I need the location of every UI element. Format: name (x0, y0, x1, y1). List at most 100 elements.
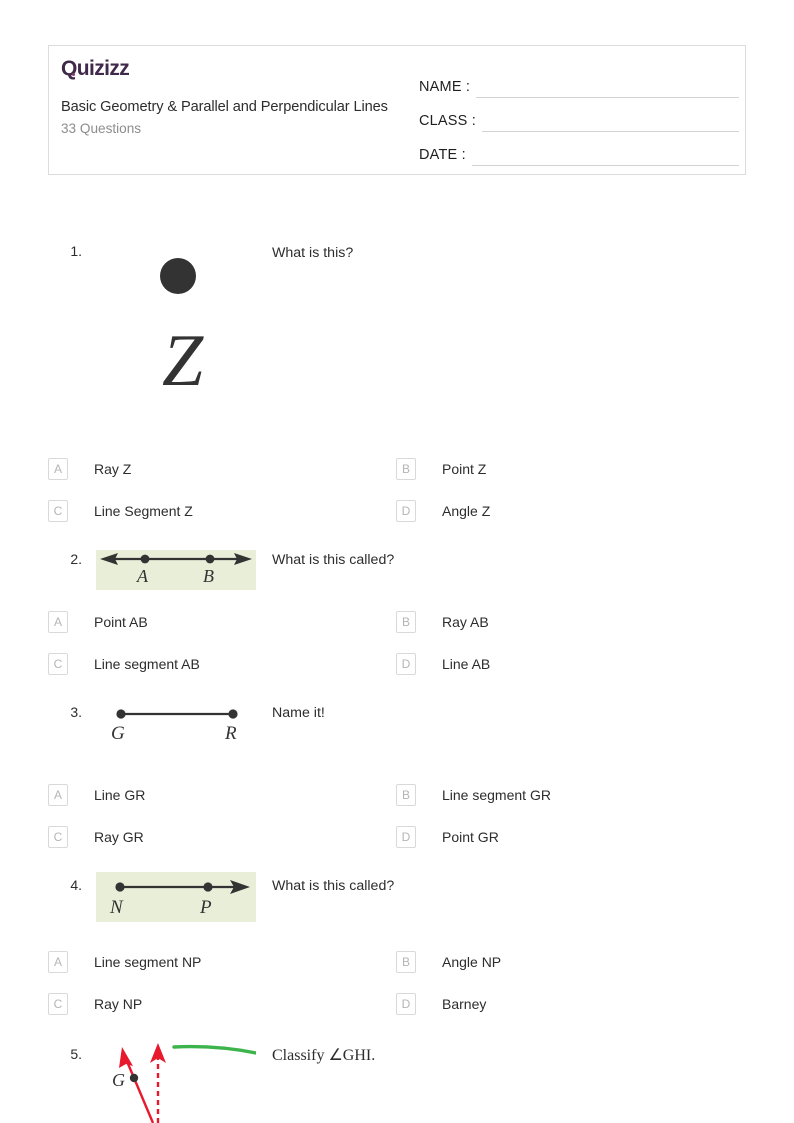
option-4-c[interactable]: C Ray NP (48, 992, 142, 1016)
option-2-c[interactable]: C Line segment AB (48, 652, 200, 676)
label-r: R (224, 723, 237, 744)
option-label: Angle Z (442, 503, 491, 519)
option-letter: C (48, 993, 68, 1015)
quizizz-logo-text: Quizizz (61, 57, 130, 80)
worksheet-header: Quizizz Basic Geometry & Parallel and Pe… (48, 45, 746, 175)
option-letter: A (48, 458, 68, 480)
question-4-options-2: C Ray NP D Barney (0, 992, 794, 1034)
question-1-options: A Ray Z B Point Z (0, 457, 794, 499)
worksheet-page: Quizizz Basic Geometry & Parallel and Pe… (0, 0, 794, 1123)
option-2-b[interactable]: B Ray AB (396, 610, 489, 634)
question-3-options: A Line GR B Line segment GR (0, 783, 794, 825)
question-2-number: 2. (70, 551, 82, 567)
label-a: A (136, 566, 149, 586)
question-1-number: 1. (70, 243, 82, 259)
option-label: Line segment GR (442, 787, 551, 803)
option-3-c[interactable]: C Ray GR (48, 825, 144, 849)
line-ab-diagram: A B (100, 553, 252, 586)
option-letter: C (48, 826, 68, 848)
label-b: B (203, 566, 214, 586)
option-label: Barney (442, 996, 487, 1012)
option-label: Ray NP (94, 996, 143, 1012)
option-label: Angle NP (442, 954, 502, 970)
question-2-options: A Point AB B Ray AB (0, 610, 794, 652)
date-field-row: DATE : (419, 132, 739, 166)
angle-ghi-diagram: G (112, 1043, 256, 1123)
option-label: Ray AB (442, 614, 489, 630)
question-2-media: A B (96, 550, 256, 590)
option-label: Line AB (442, 656, 491, 672)
question-4-number: 4. (70, 877, 82, 893)
label-g: G (112, 1070, 125, 1090)
point-n-dot-icon (115, 882, 125, 892)
name-field-input[interactable] (476, 76, 739, 98)
option-2-d[interactable]: D Line AB (396, 652, 490, 676)
option-letter: B (396, 611, 416, 633)
segment-gr-diagram: G R (111, 709, 238, 744)
option-label: Ray GR (94, 829, 144, 845)
name-field-row: NAME : (419, 64, 739, 98)
option-1-a[interactable]: A Ray Z (48, 457, 131, 481)
name-field-label: NAME : (419, 79, 471, 95)
option-letter: A (48, 611, 68, 633)
option-letter: A (48, 951, 68, 973)
option-4-a[interactable]: A Line segment NP (48, 950, 201, 974)
date-field-label: DATE : (419, 147, 466, 163)
option-1-b[interactable]: B Point Z (396, 457, 486, 481)
option-label: Point AB (94, 614, 148, 630)
point-dot-icon (160, 258, 196, 294)
option-letter: D (396, 653, 416, 675)
point-p-dot-icon (203, 882, 213, 892)
option-letter: B (396, 784, 416, 806)
option-letter: B (396, 458, 416, 480)
question-5-text: Classify ∠GHI. (272, 1047, 376, 1064)
option-1-c[interactable]: C Line Segment Z (48, 499, 193, 523)
option-3-d[interactable]: D Point GR (396, 825, 499, 849)
option-letter: A (48, 784, 68, 806)
option-2-a[interactable]: A Point AB (48, 610, 148, 634)
point-g-dot-icon (116, 709, 126, 719)
question-3-number: 3. (70, 704, 82, 720)
date-field-input[interactable] (471, 144, 739, 166)
question-count: 33 Questions (61, 121, 142, 136)
question-4-options: A Line segment NP B Angle NP (0, 950, 794, 992)
option-label: Point GR (442, 829, 499, 845)
option-letter: C (48, 653, 68, 675)
green-curve (172, 1044, 256, 1055)
option-4-d[interactable]: D Barney (396, 992, 486, 1016)
option-label: Point Z (442, 461, 487, 477)
ray-np-diagram: N P (109, 880, 250, 918)
question-5-number: 5. (70, 1046, 82, 1062)
class-field-label: CLASS : (419, 113, 477, 129)
class-field-input[interactable] (482, 110, 739, 132)
point-label-z: Z (162, 320, 204, 402)
label-n: N (109, 897, 124, 918)
label-p: P (199, 897, 212, 918)
option-letter: D (396, 500, 416, 522)
option-letter: D (396, 826, 416, 848)
option-label: Line segment NP (94, 954, 202, 970)
question-2-text: What is this called? (272, 552, 395, 568)
option-4-b[interactable]: B Angle NP (396, 950, 501, 974)
question-2-options-2: C Line segment AB D Line AB (0, 652, 794, 694)
point-z-diagram: Z (160, 258, 204, 402)
option-3-b[interactable]: B Line segment GR (396, 783, 551, 807)
header-left: Quizizz Basic Geometry & Parallel and Pe… (61, 56, 416, 139)
point-a-dot-icon (140, 554, 150, 564)
question-5-media: G (96, 1035, 256, 1123)
label-g: G (111, 723, 125, 744)
option-label: Line GR (94, 787, 146, 803)
option-letter: D (396, 993, 416, 1015)
quizizz-logo: Quizizz (61, 56, 130, 82)
question-3-text: Name it! (272, 705, 325, 721)
question-3-options-2: C Ray GR D Point GR (0, 825, 794, 867)
point-r-dot-icon (228, 709, 238, 719)
option-3-a[interactable]: A Line GR (48, 783, 145, 807)
page-title: Basic Geometry & Parallel and Perpendicu… (61, 99, 388, 115)
student-info-fields: NAME : CLASS : DATE : (419, 64, 739, 166)
question-1-options-2: C Line Segment Z D Angle Z (0, 499, 794, 541)
question-3-media: G R (96, 703, 256, 751)
question-4-media: N P (96, 872, 256, 922)
option-label: Line segment AB (94, 656, 200, 672)
option-1-d[interactable]: D Angle Z (396, 499, 490, 523)
